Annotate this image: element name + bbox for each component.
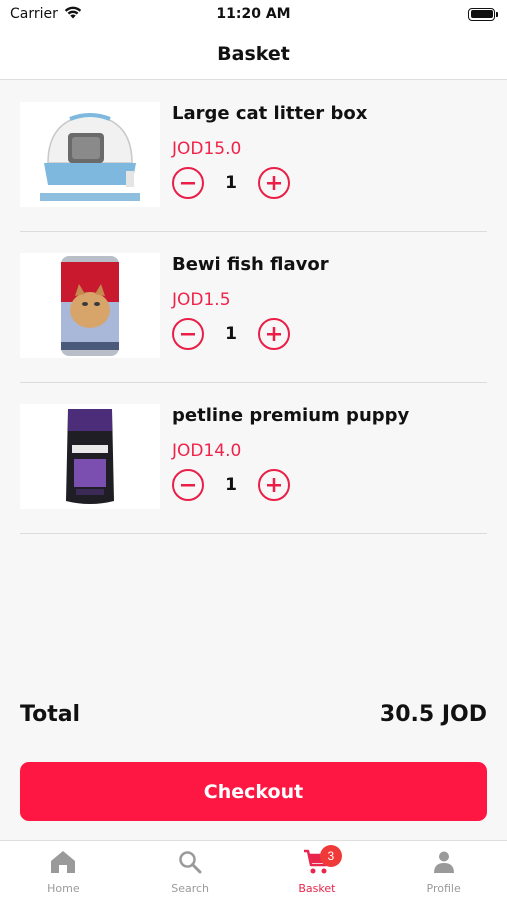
quantity-stepper: 1 — [172, 167, 367, 199]
decrease-quantity-button[interactable] — [172, 318, 204, 350]
product-name[interactable]: Bewi fish flavor — [172, 254, 329, 276]
carrier-label: Carrier — [10, 6, 58, 22]
nav-header: Basket — [0, 28, 507, 80]
item-info: Large cat litter box JOD15.0 1 — [172, 102, 367, 199]
minus-icon — [181, 484, 195, 487]
tab-bar: Home Search 3 Basket Profile — [0, 840, 507, 900]
increase-quantity-button[interactable] — [258, 167, 290, 199]
tab-label: Basket — [298, 882, 336, 895]
tab-profile[interactable]: Profile — [380, 841, 507, 900]
tab-home[interactable]: Home — [0, 841, 127, 900]
product-price: JOD1.5 — [172, 290, 231, 310]
total-value: 30.5 JOD — [379, 702, 487, 727]
tab-label: Home — [47, 882, 80, 895]
quantity-value: 1 — [225, 475, 237, 495]
item-info: petline premium puppy JOD14.0 1 — [172, 404, 409, 501]
wifi-icon — [64, 6, 82, 23]
minus-icon — [181, 182, 195, 185]
battery-icon — [468, 7, 498, 21]
plus-icon — [267, 176, 281, 190]
product-name[interactable]: Large cat litter box — [172, 103, 367, 125]
increase-quantity-button[interactable] — [258, 318, 290, 350]
product-image[interactable] — [20, 404, 160, 509]
person-icon — [433, 851, 454, 873]
total-row: Total 30.5 JOD — [20, 702, 487, 727]
status-bar: Carrier 11:20 AM — [0, 0, 507, 28]
quantity-stepper: 1 — [172, 318, 329, 350]
cat-food-can-image — [61, 255, 119, 356]
product-name[interactable]: petline premium puppy — [172, 405, 409, 427]
increase-quantity-button[interactable] — [258, 469, 290, 501]
decrease-quantity-button[interactable] — [172, 167, 204, 199]
plus-icon — [267, 478, 281, 492]
item-info: Bewi fish flavor JOD1.5 1 — [172, 253, 329, 350]
checkout-button[interactable]: Checkout — [20, 762, 487, 821]
cat-litter-box-image — [40, 112, 140, 201]
cart-item: Bewi fish flavor JOD1.5 1 — [20, 232, 487, 383]
decrease-quantity-button[interactable] — [172, 469, 204, 501]
minus-icon — [181, 333, 195, 336]
tab-basket[interactable]: 3 Basket — [254, 841, 381, 900]
quantity-value: 1 — [225, 324, 237, 344]
cart-item: petline premium puppy JOD14.0 1 — [20, 383, 487, 534]
cart-list: Large cat litter box JOD15.0 1 Bewi fish… — [20, 81, 487, 534]
product-image[interactable] — [20, 102, 160, 207]
product-price: JOD14.0 — [172, 441, 242, 461]
tab-label: Profile — [426, 882, 461, 895]
quantity-value: 1 — [225, 173, 237, 193]
status-left: Carrier — [10, 6, 82, 23]
quantity-stepper: 1 — [172, 469, 409, 501]
total-label: Total — [20, 702, 81, 727]
page-title: Basket — [217, 42, 290, 65]
tab-search[interactable]: Search — [127, 841, 254, 900]
product-price: JOD15.0 — [172, 139, 242, 159]
home-icon — [51, 851, 76, 873]
cart-item: Large cat litter box JOD15.0 1 — [20, 81, 487, 232]
plus-icon — [267, 327, 281, 341]
tab-label: Search — [171, 882, 210, 895]
dog-food-bag-image — [66, 408, 114, 504]
cart-count-badge: 3 — [319, 845, 342, 867]
search-icon — [179, 851, 202, 874]
product-image[interactable] — [20, 253, 160, 358]
